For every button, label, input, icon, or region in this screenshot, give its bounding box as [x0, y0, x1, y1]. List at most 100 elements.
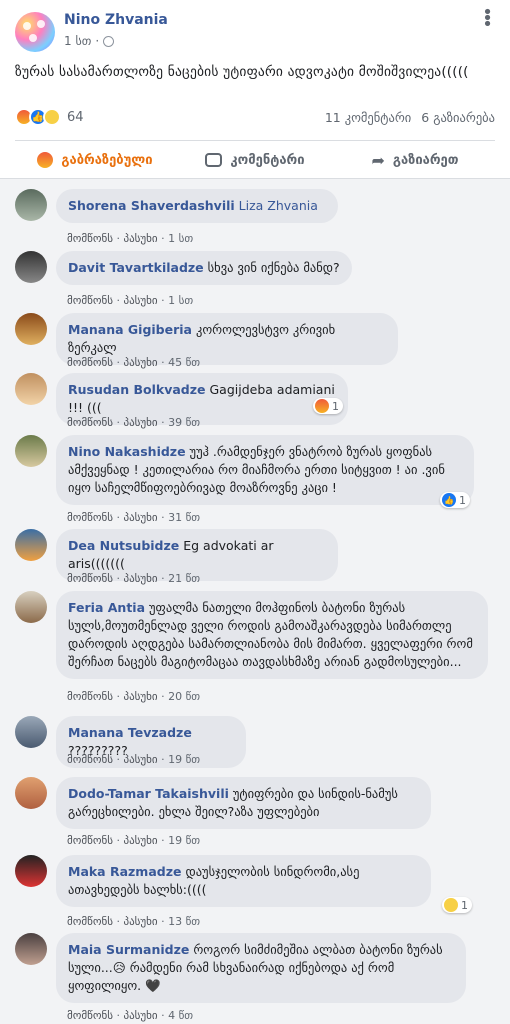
reaction-count: 1 [332, 399, 339, 413]
reply-link[interactable]: პასუხი [123, 416, 157, 429]
reply-link[interactable]: პასუხი [123, 232, 157, 245]
avatar[interactable] [15, 373, 47, 405]
reply-link[interactable]: პასუხი [123, 511, 157, 524]
post-author-avatar[interactable] [15, 12, 55, 52]
comment-author[interactable]: Shorena Shaverdashvili [68, 198, 235, 213]
shares-count[interactable]: 6 გაზიარება [421, 110, 495, 125]
avatar[interactable] [15, 529, 47, 561]
angry-icon [37, 152, 54, 168]
like-link[interactable]: მომწონს [67, 690, 113, 703]
post-author-name[interactable]: Nino Zhvania [64, 12, 168, 28]
like-link[interactable]: მომწონს [67, 356, 113, 369]
divider [15, 140, 495, 141]
comment-reaction[interactable]: 1 [313, 398, 343, 414]
comment-actions: მომწონს · პასუხი · 45 წთ [67, 356, 201, 369]
reply-link[interactable]: პასუხი [123, 1009, 157, 1022]
like-icon: 👍 [442, 493, 456, 507]
comment-reaction[interactable]: 1 [442, 897, 472, 913]
like-link[interactable]: მომწონს [67, 834, 113, 847]
avatar[interactable] [15, 933, 47, 965]
comment-author[interactable]: Nino Nakashidze [68, 444, 186, 459]
avatar[interactable] [15, 777, 47, 809]
like-link[interactable]: მომწონს [67, 232, 113, 245]
like-link[interactable]: მომწონს [67, 753, 113, 766]
comment-author[interactable]: Davit Tavartkiladze [68, 260, 204, 275]
comment-bubble: Davit Tavartkiladze სხვა ვინ იქნება მანდ… [56, 251, 352, 285]
post-actions: გაბრაზებული კომენტარი ➦ გაზიარეთ [15, 144, 495, 176]
comment-actions: მომწონს · პასუხი · 20 წთ [67, 690, 201, 703]
react-button[interactable]: გაბრაზებული [15, 144, 175, 176]
avatar[interactable] [15, 855, 47, 887]
like-link[interactable]: მომწონს [67, 1009, 113, 1022]
reactions-summary[interactable]: 👍 64 [15, 108, 84, 126]
like-link[interactable]: მომწონს [67, 511, 113, 524]
globe-icon [103, 35, 115, 47]
comment-time[interactable]: 13 წთ [168, 915, 200, 928]
avatar[interactable] [15, 591, 47, 623]
reply-link[interactable]: პასუხი [123, 690, 157, 703]
comments-section: Shorena Shaverdashvili Liza Zhvania მომწ… [0, 178, 510, 1024]
angry-icon [315, 399, 329, 413]
comment-actions: მომწონს · პასუხი · 1 სთ [67, 232, 194, 245]
like-link[interactable]: მომწონს [67, 294, 113, 307]
reaction-count: 1 [461, 898, 468, 912]
avatar[interactable] [15, 251, 47, 283]
sad-icon [444, 898, 458, 912]
like-link[interactable]: მომწონს [67, 915, 113, 928]
comment-time[interactable]: 45 წთ [168, 356, 200, 369]
reply-link[interactable]: პასუხი [123, 753, 157, 766]
post-time[interactable]: 1 სთ [64, 34, 91, 48]
reply-link[interactable]: პასუხი [123, 356, 157, 369]
avatar[interactable] [15, 189, 47, 221]
comment-author[interactable]: Maia Surmanidze [68, 942, 189, 957]
comment-time[interactable]: 31 წთ [168, 511, 200, 524]
like-link[interactable]: მომწონს [67, 416, 113, 429]
comment-actions: მომწონს · პასუხი · 1 სთ [67, 294, 194, 307]
reaction-count: 1 [459, 493, 466, 507]
avatar[interactable] [15, 313, 47, 345]
comment-reaction[interactable]: 👍 1 [440, 492, 470, 508]
comment-time[interactable]: 39 წთ [168, 416, 200, 429]
reply-link[interactable]: პასუხი [123, 834, 157, 847]
comment-bubble: Nino Nakashidze უუჰ .რამდენჯერ ვნატრობ ზ… [56, 435, 474, 505]
sad-icon [43, 108, 61, 126]
comment-label: კომენტარი [230, 152, 305, 168]
comment-button[interactable]: კომენტარი [175, 144, 335, 176]
comment-author[interactable]: Manana Gigiberia [68, 322, 192, 337]
avatar[interactable] [15, 435, 47, 467]
share-button[interactable]: ➦ გაზიარეთ [335, 144, 495, 176]
like-link[interactable]: მომწონს [67, 572, 113, 585]
comment-author[interactable]: Feria Antia [68, 600, 145, 615]
comment-author[interactable]: Rusudan Bolkvadze [68, 382, 206, 397]
post-text: ზურას სასამართლოზე ნაცების უტიფარი ადვოკ… [15, 64, 469, 80]
comment-time[interactable]: 19 წთ [168, 753, 200, 766]
comment-time[interactable]: 21 წთ [168, 572, 200, 585]
comment-time[interactable]: 1 სთ [168, 294, 193, 307]
comment-time[interactable]: 1 სთ [168, 232, 193, 245]
react-label: გაბრაზებული [61, 152, 153, 168]
comments-count[interactable]: 11 კომენტარი [325, 110, 411, 125]
reply-link[interactable]: პასუხი [123, 915, 157, 928]
post-card: Nino Zhvania 1 სთ · • • • ზურას სასამართლო… [0, 0, 510, 178]
reply-link[interactable]: პასუხი [123, 572, 157, 585]
share-icon: ➦ [371, 150, 385, 170]
comment-author[interactable]: Maka Razmadze [68, 864, 181, 879]
comment-time[interactable]: 20 წთ [168, 690, 200, 703]
comment-actions: მომწონს · პასუხი · 4 წთ [67, 1009, 194, 1022]
comment-author[interactable]: Dea Nutsubidze [68, 538, 179, 553]
comment-author[interactable]: Dodo-Tamar Takaishvili [68, 786, 229, 801]
comment-actions: მომწონს · პასუხი · 21 წთ [67, 572, 201, 585]
more-horizontal-icon[interactable]: • • • [478, 4, 498, 34]
comment-bubble: Feria Antia უფალმა ნათელი მოჰფინოს ბატონ… [56, 591, 488, 679]
reaction-count: 64 [67, 109, 84, 125]
tagged-user[interactable]: Liza Zhvania [239, 198, 318, 213]
comment-time[interactable]: 19 წთ [168, 834, 200, 847]
comment-icon [205, 153, 223, 167]
avatar[interactable] [15, 716, 47, 748]
reply-link[interactable]: პასუხი [123, 294, 157, 307]
comment-bubble: Maia Surmanidze როგორ სიმძიმეშია ალბათ ბ… [56, 933, 466, 1003]
comment-bubble: Dodo-Tamar Takaishvili უტიფრები და სინდი… [56, 777, 431, 829]
comment-author[interactable]: Manana Tevzadze [68, 725, 192, 740]
comment-actions: მომწონს · პასუხი · 19 წთ [67, 753, 201, 766]
comment-time[interactable]: 4 წთ [168, 1009, 193, 1022]
